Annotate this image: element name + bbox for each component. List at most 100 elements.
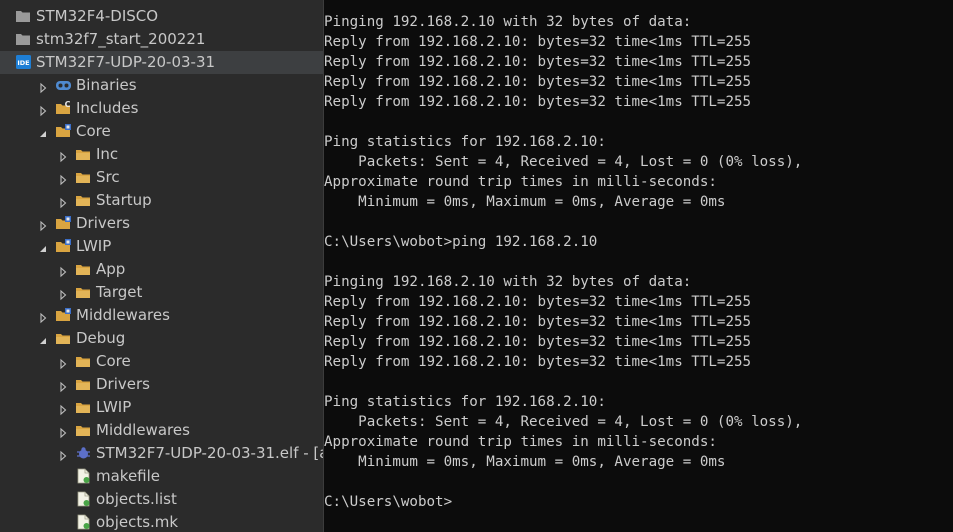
source-folder-icon xyxy=(55,215,72,231)
expanded-arrow-icon[interactable] xyxy=(37,125,49,137)
tree-item-stm32f7-udp-20-03-31[interactable]: IDE STM32F7-UDP-20-03-31 xyxy=(0,51,323,74)
console-line: Pinging 192.168.2.10 with 32 bytes of da… xyxy=(324,14,692,30)
console-line: Reply from 192.168.2.10: bytes=32 time<1… xyxy=(324,34,752,50)
tree-item-drivers[interactable]: Drivers xyxy=(0,373,323,396)
console-line: Reply from 192.168.2.10: bytes=32 time<1… xyxy=(324,74,752,90)
collapsed-arrow-icon[interactable] xyxy=(57,447,69,462)
tree-item-startup[interactable]: Startup xyxy=(0,189,323,212)
folder-icon xyxy=(55,330,72,346)
tree-item-middlewares[interactable]: Middlewares xyxy=(0,419,323,442)
console-line: Minimum = 0ms, Maximum = 0ms, Average = … xyxy=(324,194,726,210)
ide-project-icon: IDE xyxy=(15,54,32,70)
closed-project-icon xyxy=(15,8,32,24)
collapsed-arrow-icon[interactable] xyxy=(57,401,69,416)
tree-item-inc[interactable]: Inc xyxy=(0,143,323,166)
tree-item-label: Target xyxy=(96,283,143,301)
console-line: Minimum = 0ms, Maximum = 0ms, Average = … xyxy=(324,454,726,470)
console-output: Pinging 192.168.2.10 with 32 bytes of da… xyxy=(324,0,802,512)
tree-item-label: LWIP xyxy=(76,237,112,255)
tree-item-includes[interactable]: C Includes xyxy=(0,97,323,120)
console-line: Reply from 192.168.2.10: bytes=32 time<1… xyxy=(324,94,752,110)
collapsed-arrow-icon[interactable] xyxy=(57,171,69,186)
tree-item-label: Debug xyxy=(76,329,126,347)
console-line: C:\Users\wobot>ping 192.168.2.10 xyxy=(324,234,598,250)
collapsed-arrow-icon[interactable] xyxy=(57,263,69,278)
tree-item-core[interactable]: Core xyxy=(0,120,323,143)
tree-item-lwip[interactable]: LWIP xyxy=(0,396,323,419)
folder-icon xyxy=(75,399,92,415)
expanded-arrow-icon[interactable] xyxy=(37,240,49,252)
tree-item-core[interactable]: Core xyxy=(0,350,323,373)
file-icon xyxy=(75,468,92,484)
tree-item-stm32f7-udp-20-03-31-elf-arm[interactable]: STM32F7-UDP-20-03-31.elf - [arm xyxy=(0,442,323,465)
console-window[interactable]: Pinging 192.168.2.10 with 32 bytes of da… xyxy=(324,0,953,532)
folder-icon xyxy=(75,146,92,162)
tree-item-label: STM32F7-UDP-20-03-31.elf - [arm xyxy=(96,444,323,462)
tree-item-label: Core xyxy=(96,352,131,370)
collapsed-arrow-icon[interactable] xyxy=(37,309,49,324)
tree-item-stm32f4-disco[interactable]: STM32F4-DISCO xyxy=(0,5,323,28)
tree-item-label: LWIP xyxy=(96,398,132,416)
tree-item-objects-list[interactable]: objects.list xyxy=(0,488,323,511)
source-folder-icon xyxy=(55,238,72,254)
tree-item-label: makefile xyxy=(96,467,161,485)
tree-item-label: STM32F7-UDP-20-03-31 xyxy=(36,53,216,71)
tree-item-drivers[interactable]: Drivers xyxy=(0,212,323,235)
tree-item-makefile[interactable]: makefile xyxy=(0,465,323,488)
tree-item-label: Middlewares xyxy=(76,306,170,324)
console-line: Approximate round trip times in milli-se… xyxy=(324,174,717,190)
tree-item-target[interactable]: Target xyxy=(0,281,323,304)
file-icon xyxy=(75,491,92,507)
svg-text:C: C xyxy=(65,100,71,109)
svg-text:IDE: IDE xyxy=(17,59,29,67)
tree-item-src[interactable]: Src xyxy=(0,166,323,189)
collapsed-arrow-icon[interactable] xyxy=(57,424,69,439)
console-line: Packets: Sent = 4, Received = 4, Lost = … xyxy=(324,154,803,170)
tree-item-label: Includes xyxy=(76,99,139,117)
source-folder-icon xyxy=(55,123,72,139)
console-line: Reply from 192.168.2.10: bytes=32 time<1… xyxy=(324,314,752,330)
folder-icon xyxy=(75,376,92,392)
collapsed-arrow-icon[interactable] xyxy=(37,79,49,94)
collapsed-arrow-icon[interactable] xyxy=(37,102,49,117)
folder-icon xyxy=(75,422,92,438)
console-line: Reply from 192.168.2.10: bytes=32 time<1… xyxy=(324,354,752,370)
tree-item-label: objects.mk xyxy=(96,513,179,531)
console-line: Reply from 192.168.2.10: bytes=32 time<1… xyxy=(324,54,752,70)
folder-icon xyxy=(75,169,92,185)
collapsed-arrow-icon[interactable] xyxy=(57,194,69,209)
tree-item-label: Inc xyxy=(96,145,119,163)
tree-item-label: Drivers xyxy=(76,214,130,232)
closed-project-icon xyxy=(15,31,32,47)
console-line: Ping statistics for 192.168.2.10: xyxy=(324,394,606,410)
collapsed-arrow-icon[interactable] xyxy=(57,148,69,163)
tree-item-label: stm32f7_start_200221 xyxy=(36,30,206,48)
project-explorer: STM32F4-DISCO stm32f7_start_200221 IDE STM3… xyxy=(0,0,323,532)
collapsed-arrow-icon[interactable] xyxy=(57,286,69,301)
collapsed-arrow-icon[interactable] xyxy=(57,355,69,370)
folder-icon xyxy=(75,353,92,369)
tree-item-stm32f7-start-200221[interactable]: stm32f7_start_200221 xyxy=(0,28,323,51)
console-line: Packets: Sent = 4, Received = 4, Lost = … xyxy=(324,414,803,430)
tree-item-debug[interactable]: Debug xyxy=(0,327,323,350)
tree-item-objects-mk[interactable]: objects.mk xyxy=(0,511,323,532)
tree-item-label: Startup xyxy=(96,191,152,209)
tree-item-label: Drivers xyxy=(96,375,150,393)
folder-icon xyxy=(75,192,92,208)
tree-item-label: Src xyxy=(96,168,120,186)
console-line: Ping statistics for 192.168.2.10: xyxy=(324,134,606,150)
collapsed-arrow-icon[interactable] xyxy=(37,217,49,232)
elf-binary-icon xyxy=(75,445,92,461)
collapsed-arrow-icon[interactable] xyxy=(57,378,69,393)
tree-item-middlewares[interactable]: Middlewares xyxy=(0,304,323,327)
binaries-icon xyxy=(55,77,72,93)
folder-icon xyxy=(75,261,92,277)
console-line: Reply from 192.168.2.10: bytes=32 time<1… xyxy=(324,294,752,310)
console-line: C:\Users\wobot> xyxy=(324,494,453,510)
tree-item-app[interactable]: App xyxy=(0,258,323,281)
tree-item-label: App xyxy=(96,260,126,278)
tree-item-binaries[interactable]: Binaries xyxy=(0,74,323,97)
tree-item-label: Core xyxy=(76,122,111,140)
tree-item-lwip[interactable]: LWIP xyxy=(0,235,323,258)
expanded-arrow-icon[interactable] xyxy=(37,332,49,344)
